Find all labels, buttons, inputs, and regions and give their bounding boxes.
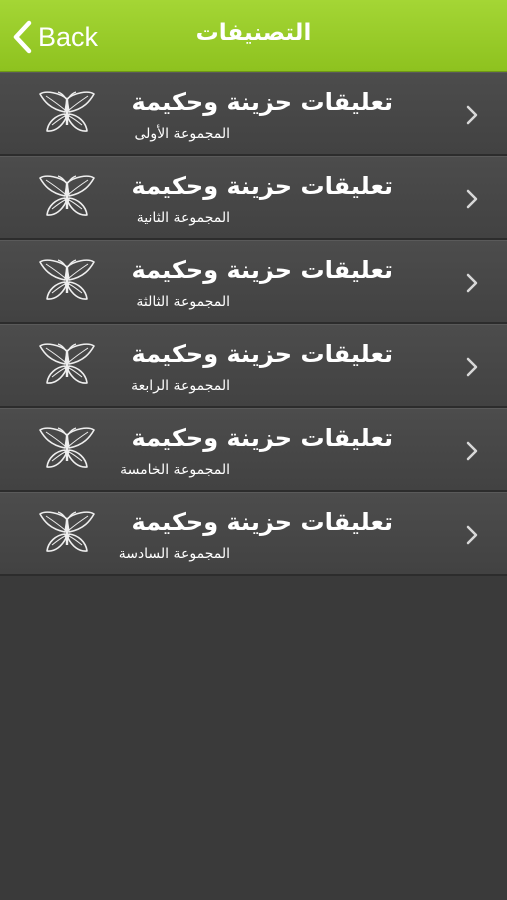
butterfly-icon	[39, 175, 95, 216]
list-item-title: تعليقات حزينة وحكيمة	[131, 172, 393, 200]
butterfly-icon	[39, 259, 95, 300]
list-item-title: تعليقات حزينة وحكيمة	[131, 508, 393, 536]
chevron-right-icon	[466, 441, 478, 461]
chevron-right-icon	[466, 525, 478, 545]
list-item[interactable]: تعليقات حزينة وحكيمة المجموعة الأولى	[0, 72, 507, 156]
chevron-right-icon	[466, 189, 478, 209]
list-item-subtitle: المجموعة السادسة	[118, 546, 230, 562]
list-item-subtitle: المجموعة الخامسة	[120, 462, 230, 478]
list-item[interactable]: تعليقات حزينة وحكيمة المجموعة الثالثة	[0, 240, 507, 324]
list-item-subtitle: المجموعة الثانية	[136, 210, 230, 226]
category-list: تعليقات حزينة وحكيمة المجموعة الأولى تعل…	[0, 72, 507, 576]
list-item[interactable]: تعليقات حزينة وحكيمة المجموعة الرابعة	[0, 324, 507, 408]
navigation-bar: Back التصنيفات	[0, 0, 507, 72]
list-item-title: تعليقات حزينة وحكيمة	[131, 340, 393, 368]
butterfly-icon	[39, 511, 95, 552]
list-item-subtitle: المجموعة الرابعة	[131, 378, 230, 394]
list-item-subtitle: المجموعة الأولى	[134, 126, 231, 142]
list-item-subtitle: المجموعة الثالثة	[136, 294, 230, 310]
butterfly-icon	[39, 343, 95, 384]
butterfly-icon	[39, 91, 95, 132]
list-item-title: تعليقات حزينة وحكيمة	[131, 256, 393, 284]
chevron-right-icon	[466, 357, 478, 377]
chevron-right-icon	[466, 105, 478, 125]
list-item[interactable]: تعليقات حزينة وحكيمة المجموعة الثانية	[0, 156, 507, 240]
list-item-title: تعليقات حزينة وحكيمة	[131, 88, 393, 116]
list-item[interactable]: تعليقات حزينة وحكيمة المجموعة السادسة	[0, 492, 507, 576]
chevron-right-icon	[466, 273, 478, 293]
list-item-title: تعليقات حزينة وحكيمة	[131, 424, 393, 452]
list-item[interactable]: تعليقات حزينة وحكيمة المجموعة الخامسة	[0, 408, 507, 492]
butterfly-icon	[39, 427, 95, 468]
page-title: التصنيفات	[195, 20, 312, 46]
